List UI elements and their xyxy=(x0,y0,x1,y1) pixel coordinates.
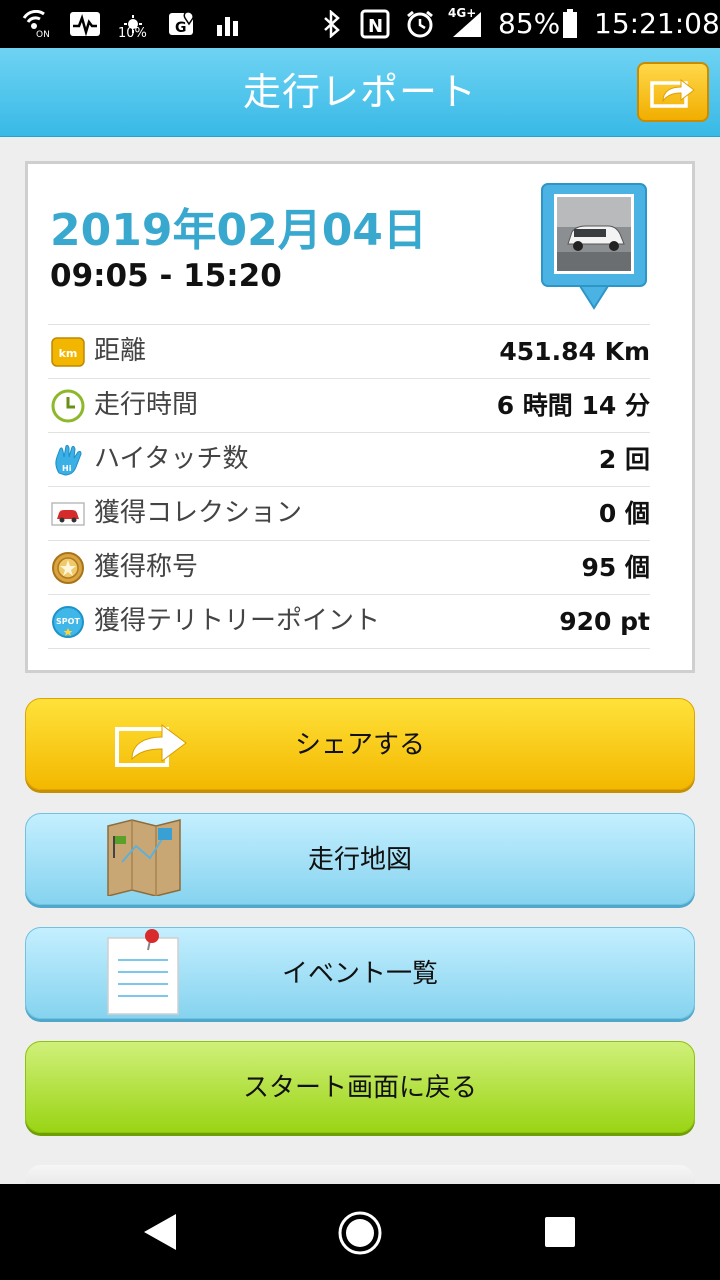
wifi-calling-icon: ON xyxy=(20,10,54,38)
report-card: 2019年02月04日 09:05 - 15:20 km 距離 451.84 K… xyxy=(25,161,695,673)
share-button-label: シェアする xyxy=(294,730,425,760)
back-to-start-button[interactable]: スタート画面に戻る xyxy=(25,1041,695,1133)
stat-label: 獲得テリトリーポイント xyxy=(94,606,381,636)
header-share-button[interactable] xyxy=(637,62,709,122)
report-date: 2019年02月04日 xyxy=(50,205,427,256)
bluetooth-icon xyxy=(320,10,344,38)
stat-row-territory: SPOT 獲得テリトリーポイント 920 pt xyxy=(48,594,650,649)
medal-icon xyxy=(51,551,85,585)
app-header: 走行レポート xyxy=(0,48,720,137)
car-collection-icon xyxy=(51,497,85,531)
high-five-icon: Hi xyxy=(51,443,85,477)
clock-icon xyxy=(51,389,85,423)
map-icon: G xyxy=(166,10,196,38)
cellular-signal-icon xyxy=(450,10,484,38)
stat-row-drive-time: 走行時間 6 時間 14 分 xyxy=(48,378,650,432)
drive-map-button[interactable]: 走行地図 xyxy=(25,813,695,905)
stat-value: 95 個 xyxy=(581,553,651,582)
navigation-bar xyxy=(0,1184,720,1280)
stat-value: 920 pt xyxy=(559,607,650,636)
event-list-button[interactable]: イベント一覧 xyxy=(25,927,695,1019)
svg-text:Hi: Hi xyxy=(62,464,72,473)
page-title: 走行レポート xyxy=(242,70,477,114)
share-arrow-icon xyxy=(650,78,695,108)
back-icon[interactable] xyxy=(140,1212,180,1256)
stat-label: 獲得コレクション xyxy=(94,498,303,528)
stat-label: 獲得称号 xyxy=(94,552,199,582)
activity-monitor-icon xyxy=(68,10,102,38)
status-bar: ON 10% G N 4G+ 85% 15:21:08 xyxy=(0,0,720,48)
spot-icon: SPOT xyxy=(51,605,85,639)
svg-text:G: G xyxy=(175,20,187,36)
stat-row-high-five: Hi ハイタッチ数 2 回 xyxy=(48,432,650,486)
stat-label: 距離 xyxy=(94,336,147,366)
home-icon[interactable] xyxy=(337,1210,383,1260)
stat-label: ハイタッチ数 xyxy=(94,444,249,474)
svg-text:N: N xyxy=(368,16,383,37)
battery-percent: 85% xyxy=(498,7,561,40)
stat-row-titles: 獲得称号 95 個 xyxy=(48,540,650,594)
drive-map-button-label: 走行地図 xyxy=(307,845,412,875)
recent-apps-icon[interactable] xyxy=(544,1216,576,1252)
stats-list: km 距離 451.84 Km 走行時間 6 時間 14 分 Hi ハイタッチ数… xyxy=(48,324,650,649)
event-list-button-label: イベント一覧 xyxy=(281,959,438,989)
stat-value: 6 時間 14 分 xyxy=(496,391,650,420)
svg-text:SPOT: SPOT xyxy=(56,617,80,626)
battery-icon xyxy=(560,9,580,38)
status-time: 15:21:08 xyxy=(594,7,720,40)
svg-text:ON: ON xyxy=(36,30,50,38)
brightness-level: 10% xyxy=(118,26,147,41)
share-button[interactable]: シェアする xyxy=(25,698,695,790)
stat-value: 2 回 xyxy=(598,445,650,474)
km-icon: km xyxy=(51,335,85,369)
stat-value: 451.84 Km xyxy=(499,337,650,366)
car-photo-pin-icon[interactable] xyxy=(540,182,648,312)
stat-row-distance: km 距離 451.84 Km xyxy=(48,324,650,378)
signal-bars-icon xyxy=(214,10,242,38)
nfc-icon: N xyxy=(358,9,392,39)
svg-text:km: km xyxy=(59,347,78,360)
report-time-range: 09:05 - 15:20 xyxy=(50,258,282,294)
stat-label: 走行時間 xyxy=(94,390,199,420)
stat-row-collection: 獲得コレクション 0 個 xyxy=(48,486,650,540)
alarm-icon xyxy=(404,10,436,38)
stat-value: 0 個 xyxy=(598,499,650,528)
back-to-start-button-label: スタート画面に戻る xyxy=(242,1073,477,1103)
